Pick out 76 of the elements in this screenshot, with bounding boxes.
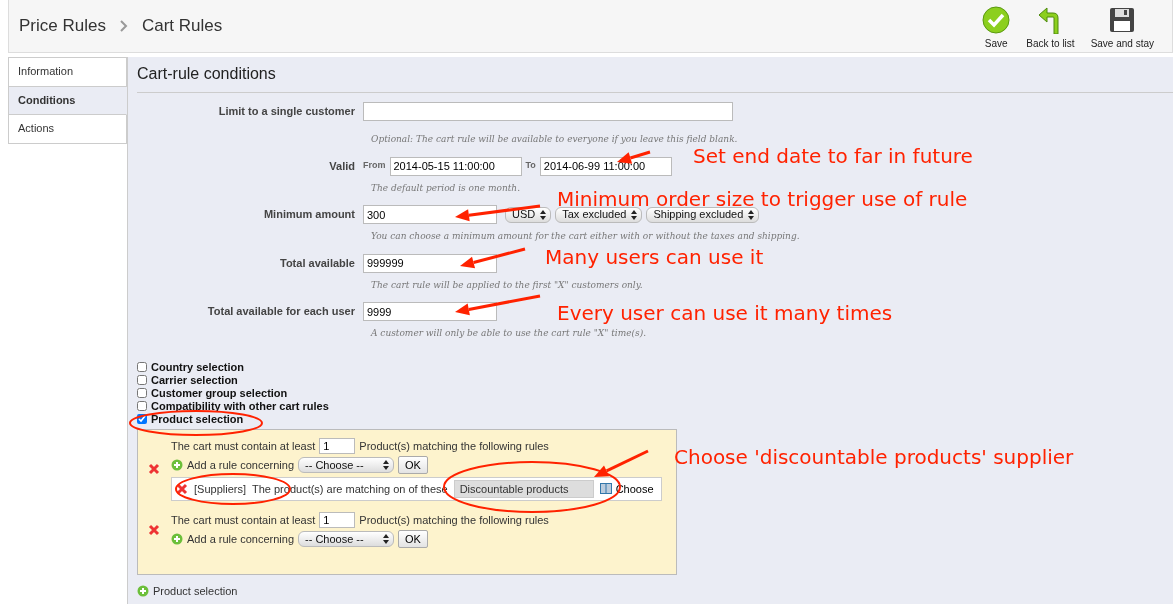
- up-down-arrows-icon: [631, 209, 638, 220]
- chevron-icon: [119, 20, 128, 32]
- delete-icon[interactable]: [148, 523, 160, 536]
- breadcrumb-item[interactable]: Price Rules: [19, 13, 106, 39]
- ok-button[interactable]: OK: [398, 455, 428, 474]
- annotation-arrow: [617, 150, 651, 164]
- select-field[interactable]: Shipping excluded: [646, 206, 760, 223]
- annotation-arrow: [594, 449, 649, 477]
- sidebar-tab[interactable]: Conditions: [8, 86, 127, 115]
- rule-type: [Suppliers]: [194, 481, 246, 496]
- toolbar-button[interactable]: Save: [974, 1, 1019, 51]
- rule-type-select[interactable]: -- Choose --: [298, 530, 394, 547]
- field-label: Total available for each user: [206, 304, 356, 320]
- sidebar-tab[interactable]: Actions: [8, 115, 127, 144]
- up-down-arrows-icon: [748, 209, 755, 220]
- field-label: To: [525, 159, 536, 173]
- help-text: The default period is one month.: [371, 181, 520, 195]
- breadcrumb-item: Cart Rules: [141, 15, 223, 38]
- field-label: From: [363, 159, 386, 173]
- checkbox-label[interactable]: Compatibility with other cart rules: [137, 399, 329, 413]
- delete-icon[interactable]: [176, 482, 188, 495]
- date-field[interactable]: 2014-06-99 11:00:00: [539, 156, 672, 176]
- help-text: A customer will only be able to use the cart rule "X" time(s).: [371, 327, 647, 340]
- date-field[interactable]: 2014-05-15 11:00:00: [389, 156, 522, 176]
- annotation-text: Set end date to far in future: [693, 146, 973, 166]
- input-field[interactable]: 9999: [363, 302, 497, 321]
- save-icon: [982, 5, 1011, 34]
- rule-text: Add a rule concerning: [187, 457, 294, 472]
- annotation-arrow: [460, 247, 526, 269]
- rule-text: Add a rule concerning: [187, 531, 294, 546]
- rule-type-select[interactable]: -- Choose --: [298, 456, 394, 473]
- up-down-arrows-icon: [540, 209, 547, 220]
- annotation-text: Many users can use it: [545, 247, 764, 267]
- add-icon[interactable]: [137, 584, 149, 597]
- input-field[interactable]: [363, 102, 733, 121]
- ok-button[interactable]: OK: [398, 529, 428, 548]
- field-label: Limit to a single customer: [217, 104, 356, 120]
- delete-icon[interactable]: [148, 463, 160, 475]
- checkbox[interactable]: [137, 387, 147, 398]
- rule-text: The cart must contain at least: [171, 438, 316, 453]
- panel-title: Cart-rule conditions: [137, 57, 1173, 93]
- checkbox[interactable]: [137, 413, 147, 424]
- rule-text: Product(s) matching the following rules: [359, 438, 549, 453]
- amount-field[interactable]: 300: [363, 205, 497, 224]
- book-icon: [599, 483, 612, 494]
- checkbox[interactable]: [137, 361, 147, 372]
- checkbox-label[interactable]: Country selection: [137, 360, 244, 374]
- quantity-field[interactable]: 1: [319, 437, 356, 454]
- help-text: The cart rule will be applied to the first "X" customers only.: [371, 278, 643, 292]
- sidebar-tab[interactable]: Information: [8, 57, 127, 87]
- annotation-text: Choose 'discountable products' supplier: [674, 447, 1074, 467]
- annotation-text: Minimum order size to trigger use of rule: [557, 189, 968, 209]
- select-field[interactable]: Tax excluded: [555, 206, 643, 223]
- help-text: Optional: The cart rule will be available to everyone if you leave this field blank.: [371, 133, 738, 146]
- rule-text: The cart must contain at least: [171, 512, 316, 527]
- input-field[interactable]: 999999: [363, 253, 497, 273]
- up-down-arrows-icon: [383, 459, 389, 470]
- help-text: You can choose a minimum amount for the cart either with or without the taxes and shipping.: [371, 230, 800, 243]
- field-label: Total available: [279, 255, 356, 271]
- checkbox-label[interactable]: Product selection: [137, 412, 244, 426]
- selected-value-field[interactable]: Discountable products: [453, 479, 594, 498]
- field-label: Valid: [328, 158, 356, 174]
- add-icon[interactable]: [171, 458, 183, 471]
- toolbar-button[interactable]: Back to list: [1018, 1, 1083, 51]
- up-down-arrows-icon: [383, 533, 389, 544]
- field-label: Minimum amount: [262, 207, 356, 223]
- checkbox[interactable]: [137, 374, 147, 385]
- rule-text: Product(s) matching the following rules: [359, 512, 549, 527]
- toolbar-button[interactable]: Save and stay: [1082, 1, 1162, 51]
- checkbox[interactable]: [137, 400, 147, 411]
- checkbox-label[interactable]: Carrier selection: [137, 373, 238, 387]
- quantity-field[interactable]: 1: [319, 511, 356, 528]
- add-link[interactable]: Product selection: [153, 582, 238, 599]
- annotation-text: Every user can use it many times: [557, 303, 893, 323]
- add-icon[interactable]: [171, 532, 183, 545]
- checkbox-label[interactable]: Customer group selection: [137, 386, 288, 400]
